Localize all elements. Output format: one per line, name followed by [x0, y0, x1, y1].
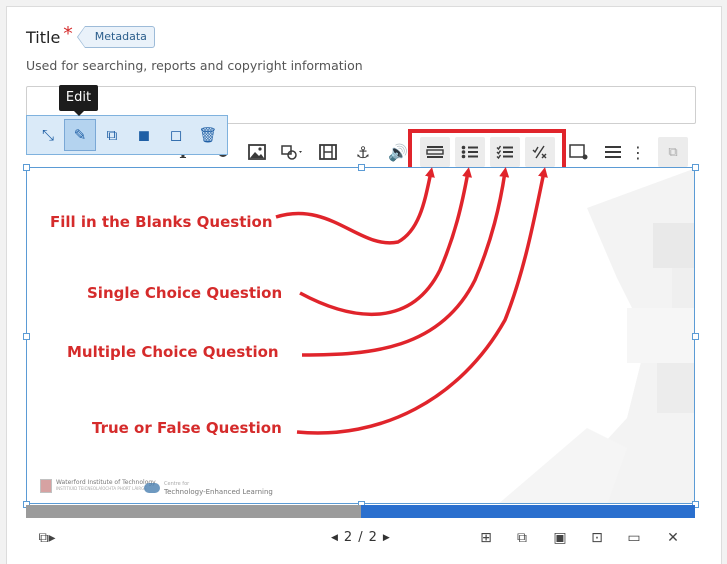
- element-edit-toolbar: ⤡ ✎ ⧉ ◼ ◻ 🗑: [26, 115, 228, 155]
- prev-slide-icon[interactable]: ◀: [331, 533, 338, 543]
- shapes-dropdown-icon[interactable]: [276, 137, 310, 167]
- required-mark: *: [63, 23, 73, 45]
- delete-slide-icon[interactable]: ✕: [662, 528, 684, 548]
- centre-logo-mark: [144, 483, 160, 493]
- summary-icon[interactable]: [564, 137, 594, 167]
- slide-background-icon[interactable]: ▣: [549, 528, 571, 548]
- resize-handle[interactable]: [692, 164, 699, 171]
- resize-handle[interactable]: [23, 333, 30, 340]
- wit-logo-line2: INSTITIÚID TEICNEOLAÍOCHTA PHORT LÁIRGE: [56, 486, 147, 491]
- title-label: Title: [26, 27, 61, 47]
- title-hint: Used for searching, reports and copyrigh…: [26, 58, 363, 73]
- metadata-button[interactable]: Metadata: [76, 26, 155, 48]
- copy-icon[interactable]: ⧉: [96, 119, 128, 151]
- bring-forward-icon[interactable]: ◼: [128, 119, 160, 151]
- centre-logo-line2: Technology-Enhanced Learning: [164, 488, 273, 496]
- slide-progress-bar[interactable]: [26, 505, 695, 518]
- multiple-choice-annotation: Multiple Choice Question: [67, 343, 279, 361]
- expand-icon[interactable]: ⤡: [32, 119, 64, 151]
- edit-tooltip: Edit: [59, 85, 98, 116]
- paste-icon[interactable]: ⧉: [658, 137, 688, 167]
- wit-logo-line1: Waterford Institute of Technology: [56, 479, 156, 486]
- keyword-icon[interactable]: ⊡: [586, 528, 608, 548]
- sort-slides-icon[interactable]: ▭: [623, 528, 645, 548]
- title-row: Title * Metadata: [26, 23, 155, 48]
- wit-logo: Waterford Institute of Technology INSTIT…: [40, 479, 156, 493]
- send-backward-icon[interactable]: ◻: [160, 119, 192, 151]
- true-false-annotation: True or False Question: [92, 419, 282, 437]
- centre-logo: Centre for Technology-Enhanced Learning: [144, 480, 273, 496]
- centre-logo-line1: Centre for: [164, 481, 190, 487]
- resize-handle[interactable]: [358, 164, 365, 171]
- clone-slide-icon[interactable]: ⧉: [511, 528, 533, 548]
- resize-handle[interactable]: [23, 164, 30, 171]
- single-choice-annotation: Single Choice Question: [87, 284, 283, 302]
- progress-completed: [26, 505, 361, 518]
- add-slide-icon[interactable]: ⊞: [475, 528, 497, 548]
- next-slide-icon[interactable]: ▶: [383, 533, 390, 543]
- video-icon[interactable]: [313, 137, 343, 167]
- more-icon[interactable]: ⋮: [628, 137, 648, 167]
- list-icon[interactable]: [598, 137, 628, 167]
- resize-handle[interactable]: [692, 333, 699, 340]
- pager: ◀ 2 / 2 ▶: [331, 530, 390, 545]
- slide-footer: ⧉▸ ◀ 2 / 2 ▶ ⊞ ⧉ ▣ ⊡ ▭ ✕: [26, 522, 695, 554]
- page-separator: /: [358, 530, 363, 545]
- slide-layout-icon[interactable]: ⧉▸: [36, 528, 58, 548]
- current-page: 2: [343, 530, 353, 545]
- image-icon[interactable]: [242, 137, 272, 167]
- fill-blanks-annotation: Fill in the Blanks Question: [50, 213, 273, 231]
- pencil-icon[interactable]: ✎: [64, 119, 96, 151]
- anchor-icon[interactable]: ⚓: [348, 137, 378, 167]
- trash-icon[interactable]: 🗑: [192, 119, 224, 151]
- total-pages: 2: [368, 530, 377, 545]
